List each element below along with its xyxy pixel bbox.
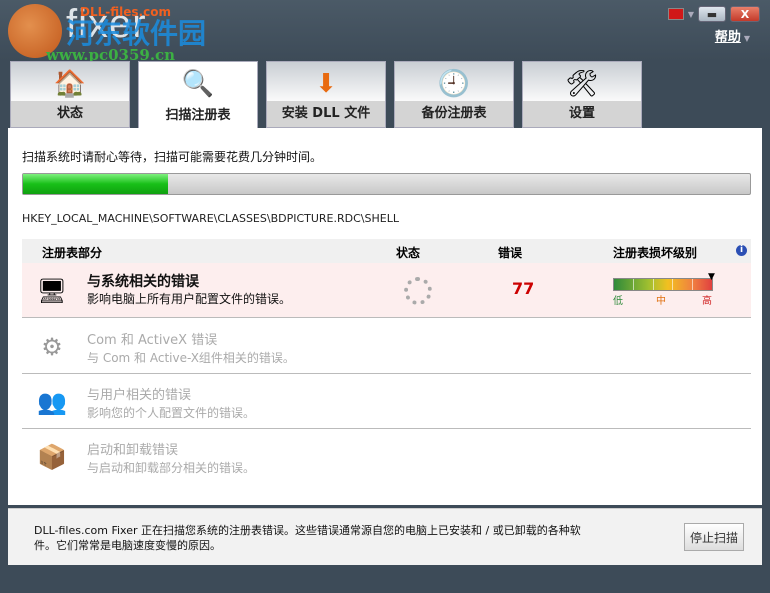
error-count: 77	[512, 279, 535, 298]
computer-icon: 🖥	[36, 277, 68, 305]
table-header: 注册表部分 状态 错误 注册表损坏级别 i	[22, 239, 751, 263]
header-severity: 注册表损坏级别	[613, 246, 698, 260]
gears-icon: ⚙	[41, 333, 63, 361]
tab-scan-registry[interactable]: 🔍 扫描注册表	[138, 61, 258, 129]
title-bar: fixer DLL-files.com 河东软件园 www.pc0359.cn …	[0, 0, 770, 64]
tab-label: 安装 DLL 文件	[281, 106, 371, 121]
tab-install-dll[interactable]: ⬇ 安装 DLL 文件	[266, 61, 386, 128]
tab-settings[interactable]: 🛠 设置	[522, 61, 642, 128]
severity-low-label: 低	[613, 296, 623, 307]
clock-backup-icon: 🕘	[437, 69, 471, 99]
scan-progress-bar	[22, 173, 751, 195]
close-button[interactable]: X	[730, 6, 760, 22]
tab-label: 设置	[568, 106, 595, 121]
tab-status[interactable]: 🏠 状态	[10, 61, 130, 128]
row-title: 与系统相关的错误	[87, 274, 199, 290]
row-description: 与启动和卸载部分相关的错误。	[87, 461, 256, 475]
table-row: ⚙ Com 和 ActiveX 错误 与 Com 和 Active-X组件相关的…	[22, 319, 751, 374]
info-icon[interactable]: i	[736, 245, 747, 256]
severity-pointer-icon: ▼	[708, 272, 715, 282]
current-scan-path: HKEY_LOCAL_MACHINE\SOFTWARE\CLASSES\BDPI…	[22, 212, 399, 225]
minimize-button[interactable]: ▬	[698, 6, 726, 22]
stop-scan-button[interactable]: 停止扫描	[684, 523, 744, 551]
header-errors: 错误	[498, 246, 523, 260]
header-section: 注册表部分	[42, 246, 103, 260]
tab-label: 备份注册表	[421, 106, 487, 121]
language-flag-icon[interactable]	[667, 8, 684, 20]
installer-box-icon: 📦	[37, 443, 67, 471]
chevron-down-icon[interactable]: ▼	[688, 10, 694, 19]
progress-fill	[23, 174, 169, 194]
severity-high-label: 高	[702, 296, 712, 307]
help-menu[interactable]: 帮助 ▼	[715, 26, 750, 45]
download-drive-icon: ⬇	[315, 69, 337, 99]
users-icon: 👥	[37, 388, 67, 416]
loading-spinner-icon	[404, 277, 432, 305]
header-status: 状态	[396, 246, 421, 260]
table-row: 📦 启动和卸载错误 与启动和卸载部分相关的错误。	[22, 429, 751, 484]
magnifier-icon: 🔍	[181, 69, 215, 99]
tools-icon: 🛠	[565, 69, 599, 99]
house-icon: 🏠	[53, 69, 87, 99]
table-row: 👥 与用户相关的错误 影响您的个人配置文件的错误。	[22, 374, 751, 429]
scan-message: 扫描系统时请耐心等待，扫描可能需要花费几分钟时间。	[22, 150, 323, 164]
chevron-down-icon: ▼	[743, 34, 750, 43]
table-row: 🖥 与系统相关的错误 影响电脑上所有用户配置文件的错误。 77 ▼ 低 中 高	[22, 263, 751, 318]
row-title: Com 和 ActiveX 错误	[87, 333, 218, 348]
severity-meter	[613, 278, 713, 291]
footer-panel: DLL-files.com Fixer 正在扫描您系统的注册表错误。这些错误通常…	[8, 508, 762, 565]
row-description: 影响您的个人配置文件的错误。	[87, 406, 256, 420]
row-description: 与 Com 和 Active-X组件相关的错误。	[87, 351, 295, 365]
severity-mid-label: 中	[656, 296, 666, 307]
row-description: 影响电脑上所有用户配置文件的错误。	[87, 292, 292, 306]
tab-backup-registry[interactable]: 🕘 备份注册表	[394, 61, 514, 128]
footer-text: DLL-files.com Fixer 正在扫描您系统的注册表错误。这些错误通常…	[34, 524, 581, 552]
tab-label: 扫描注册表	[165, 108, 231, 123]
help-label: 帮助	[714, 30, 741, 45]
row-title: 与用户相关的错误	[87, 388, 192, 403]
row-title: 启动和卸载错误	[87, 443, 179, 458]
scan-panel: 扫描系统时请耐心等待，扫描可能需要花费几分钟时间。 HKEY_LOCAL_MAC…	[8, 128, 762, 505]
tab-label: 状态	[56, 106, 83, 121]
